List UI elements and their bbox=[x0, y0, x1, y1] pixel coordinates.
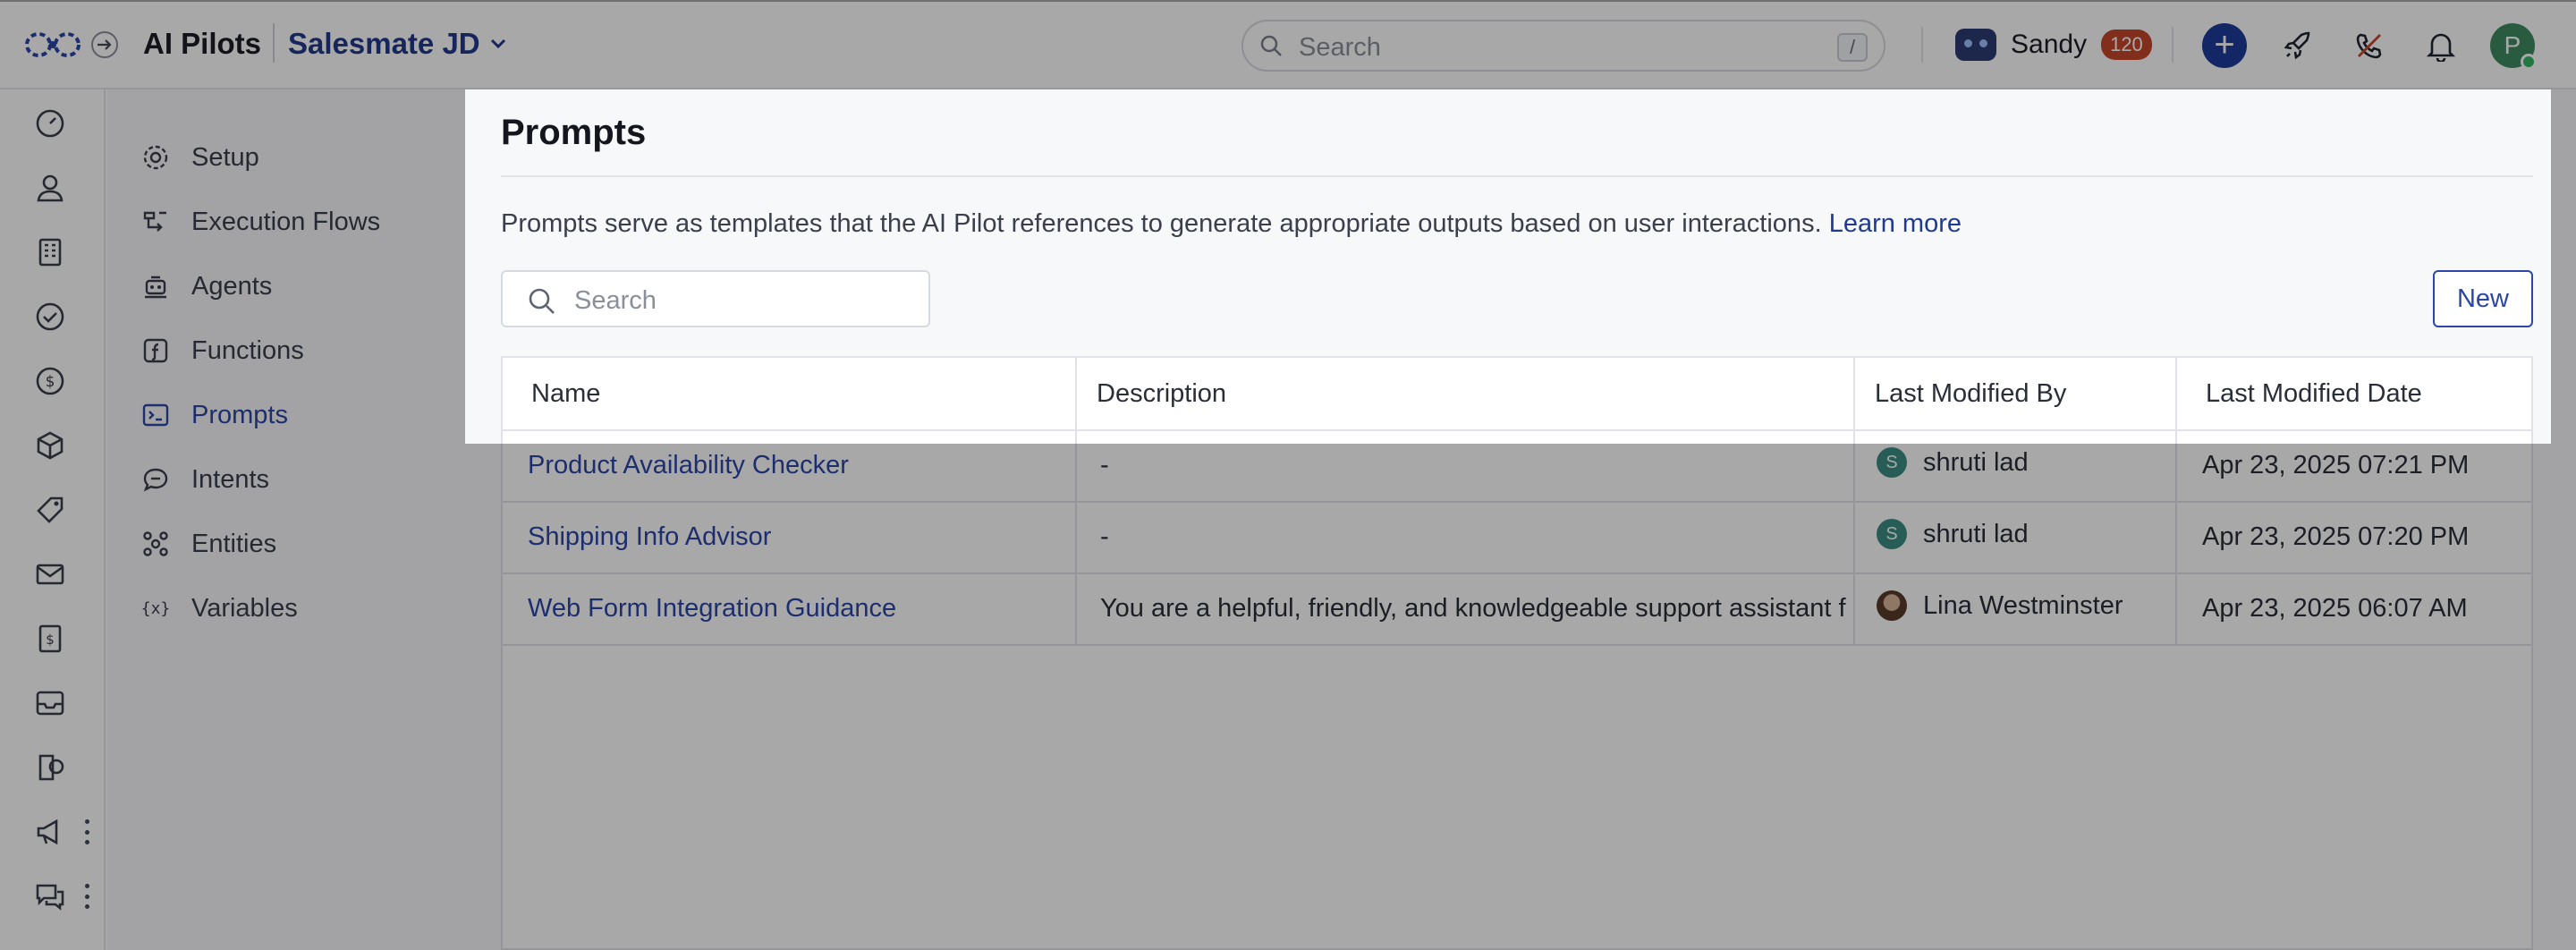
page-title: Prompts bbox=[501, 113, 647, 152]
description-text: Prompts serve as templates that the AI P… bbox=[501, 209, 1822, 238]
new-prompt-button[interactable]: New bbox=[2433, 270, 2533, 327]
tour-overlay bbox=[465, 444, 2576, 950]
tour-overlay bbox=[0, 0, 2576, 89]
column-header-description[interactable]: Description bbox=[1097, 379, 1226, 409]
page-description: Prompts serve as templates that the AI P… bbox=[501, 209, 1962, 239]
column-header-last-modified-by[interactable]: Last Modified By bbox=[1875, 379, 2066, 409]
prompts-search-placeholder: Search bbox=[574, 286, 657, 315]
column-header-name[interactable]: Name bbox=[531, 379, 600, 409]
learn-more-link[interactable]: Learn more bbox=[1829, 209, 1962, 238]
tour-overlay bbox=[2551, 89, 2576, 444]
column-header-last-modified-date[interactable]: Last Modified Date bbox=[2206, 379, 2422, 409]
title-divider bbox=[501, 175, 2533, 177]
search-icon bbox=[529, 288, 555, 314]
prompts-search-input[interactable]: Search bbox=[501, 270, 930, 327]
tour-overlay bbox=[0, 89, 465, 950]
